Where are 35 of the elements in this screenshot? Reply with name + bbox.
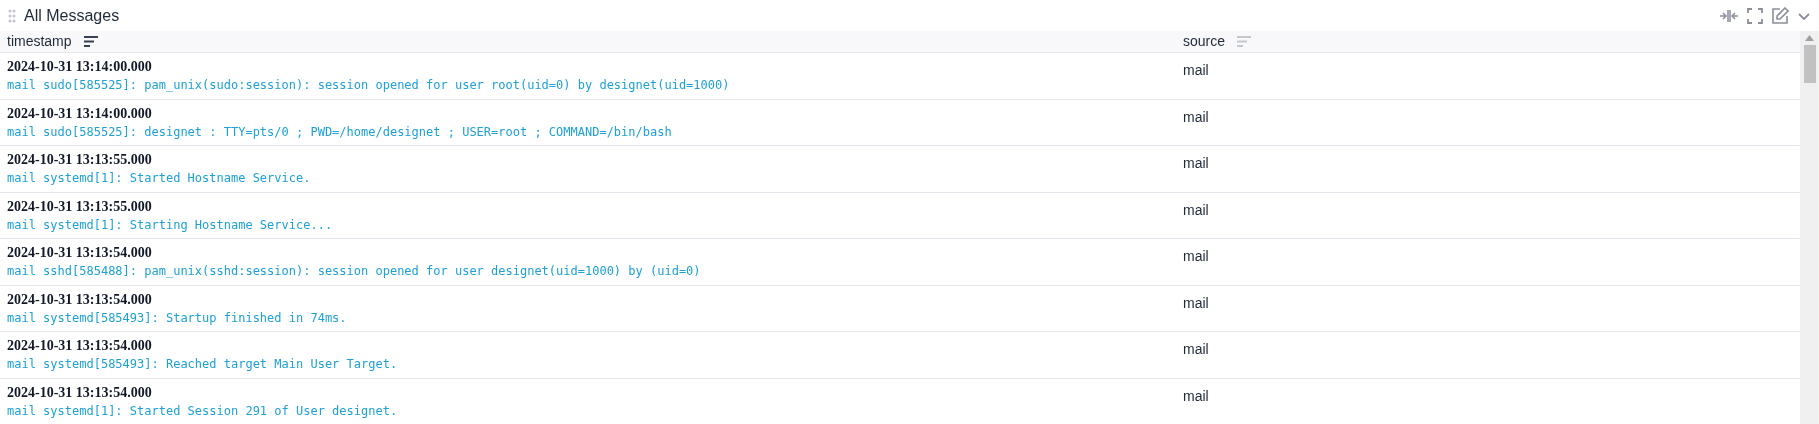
column-header[interactable]: timestamp — [7, 31, 72, 52]
log-message: mail systemd[1]: Started Hostname Service. — [7, 170, 311, 187]
edit-icon[interactable] — [1771, 6, 1789, 25]
timestamp-text: 2024-10-31 13:13:54.000 — [7, 383, 152, 402]
panel-title: All Messages — [24, 5, 120, 26]
log-message: mail sudo[585525]: pam_unix(sudo:session): session opened for user root(uid=0) by designet(uid=1000) — [7, 77, 730, 94]
source-text: mail — [1183, 155, 1209, 171]
source-text: mail — [1183, 248, 1209, 264]
timestamp-text: 2024-10-31 13:13:54.000 — [7, 337, 152, 355]
log-message: mail systemd[585493]: Reached target Main User Target. — [7, 356, 398, 373]
timestamp-text: 2024-10-31 13:13:54.000 — [7, 244, 152, 262]
source-text: mail — [1183, 201, 1209, 218]
scroll-up-icon[interactable] — [1805, 35, 1814, 41]
scrollbar[interactable] — [1800, 31, 1819, 424]
timestamp-text: 2024-10-31 13:13:54.000 — [7, 290, 152, 309]
timestamp-text: 2024-10-31 13:14:00.000 — [7, 104, 152, 123]
drag-handle-icon[interactable] — [8, 8, 16, 23]
sort-icon[interactable] — [83, 36, 98, 47]
log-message: mail sshd[585488]: pam_unix(sshd:session): session opened for user designet(uid=1000) by (uid=0) — [7, 263, 701, 280]
source-text: mail — [1183, 341, 1209, 357]
column-header[interactable]: source — [1183, 31, 1226, 52]
timestamp-text: 2024-10-31 13:13:55.000 — [7, 197, 152, 216]
log-message: mail sudo[585525]: designet : TTY=pts/0 ; PWD=/home/designet ; USER=root ; COMMAND=/bin/bash — [7, 123, 672, 141]
log-message: mail systemd[1]: Started Session 291 of User designet. — [7, 402, 398, 420]
source-text: mail — [1183, 62, 1209, 78]
source-text: mail — [1183, 108, 1209, 125]
log-message: mail systemd[585493]: Startup finished in 74ms. — [7, 309, 347, 327]
timestamp-text: 2024-10-31 13:13:55.000 — [7, 151, 152, 169]
log-message: mail systemd[1]: Starting Hostname Service... — [7, 216, 333, 234]
source-text: mail — [1183, 294, 1209, 311]
fullscreen-icon[interactable] — [1747, 7, 1763, 24]
collapse-width-icon[interactable] — [1719, 7, 1739, 24]
timestamp-text: 2024-10-31 13:14:00.000 — [7, 58, 152, 76]
scrollbar-thumb[interactable] — [1803, 45, 1816, 83]
source-text: mail — [1183, 387, 1209, 404]
